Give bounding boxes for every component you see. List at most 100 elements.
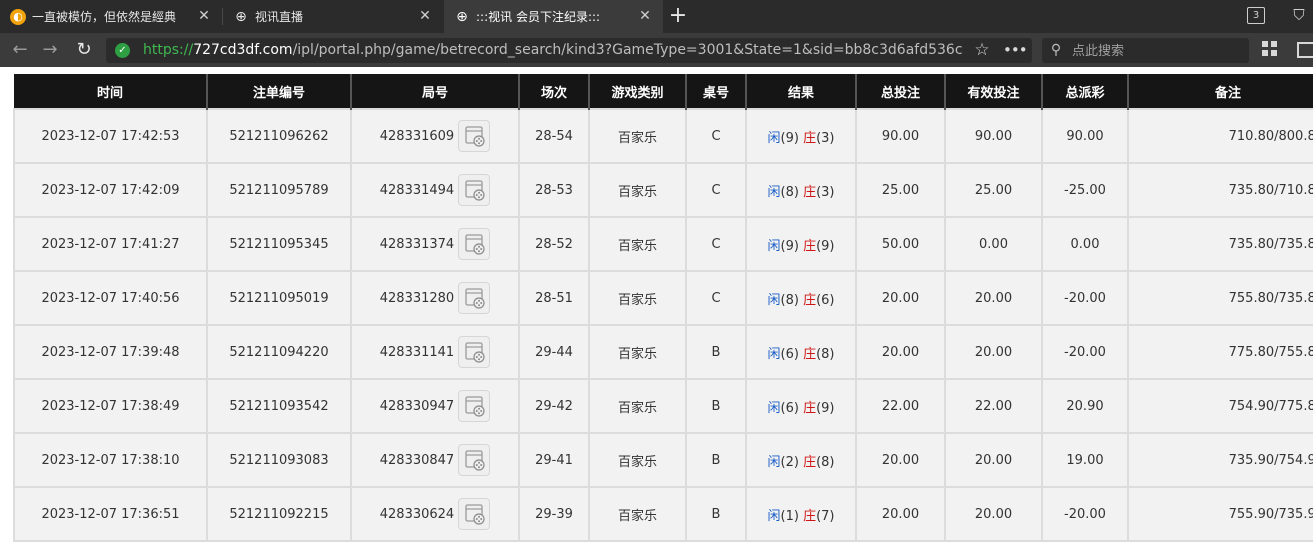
reload-icon[interactable]: ↻ [73, 39, 95, 61]
round-no-cell: 428330847 [350, 432, 520, 488]
overflow-menu-icon[interactable] [1297, 42, 1313, 58]
new-tab-button[interactable]: + [666, 5, 690, 27]
close-tab-icon[interactable]: ✕ [637, 8, 653, 24]
game-type-cell: 百家乐 [588, 270, 687, 326]
replay-video-icon[interactable] [458, 444, 491, 476]
banker-value: (9) [816, 400, 835, 416]
browser-tab-bar: ◐ 一直被模仿，但依然是經典 ✕ ⊕ 视讯直播 ✕ ⊕ :::视讯 会员下注纪录… [0, 0, 1313, 33]
game-type-cell: 百家乐 [588, 216, 687, 272]
header-col-time: 时间 [14, 74, 207, 109]
forward-arrow-icon[interactable]: → [39, 39, 61, 61]
remark-cell: 754.90/775.80 [1127, 378, 1313, 434]
order-no-cell: 521211095019 [206, 270, 352, 326]
replay-video-icon[interactable] [458, 336, 491, 368]
order-no-cell: 521211093083 [206, 432, 352, 488]
total-bet-cell: 25.00 [855, 162, 946, 218]
payout-cell: 19.00 [1041, 432, 1129, 488]
payout-cell: -20.00 [1041, 270, 1129, 326]
valid-bet-cell: 25.00 [944, 162, 1043, 218]
tab-1[interactable]: ◐ 一直被模仿，但依然是經典 ✕ [0, 0, 222, 33]
round-no-text: 428331280 [379, 290, 455, 306]
total-bet-cell: 22.00 [855, 378, 946, 434]
round-no-cell: 428331609 [350, 108, 520, 164]
back-arrow-icon[interactable]: ← [9, 39, 31, 61]
remark-cell: 775.80/755.80 [1127, 324, 1313, 380]
replay-video-icon[interactable] [458, 228, 491, 260]
banker-value: (9) [816, 238, 835, 254]
round-no-text: 428330847 [379, 452, 455, 468]
globe-icon: ⊕ [456, 8, 468, 25]
player-label: 闲 [767, 130, 781, 146]
globe-icon: ⊕ [235, 8, 247, 25]
close-tab-icon[interactable]: ✕ [196, 8, 212, 24]
remark-cell: 735.80/735.80 [1127, 216, 1313, 272]
remark-cell: 755.80/735.80 [1127, 270, 1313, 326]
game-type-cell: 百家乐 [588, 432, 687, 488]
payout-cell: -20.00 [1041, 486, 1129, 542]
skin-icon[interactable]: ⛉ [1290, 6, 1308, 24]
apps-grid-icon[interactable] [1262, 41, 1278, 57]
replay-video-icon[interactable] [458, 390, 491, 422]
address-bar[interactable]: ✓ https://727cd3df.com/ipl/portal.php/ga… [106, 38, 1032, 63]
time-cell: 2023-12-07 17:42:53 [13, 108, 208, 164]
round-no-text: 428331609 [379, 128, 455, 144]
banker-label: 庄 [803, 238, 817, 254]
total-bet-cell: 20.00 [855, 324, 946, 380]
bookmark-star-icon[interactable]: ☆ [972, 40, 992, 60]
header-col-session: 场次 [518, 74, 589, 109]
session-cell: 28-51 [518, 270, 590, 326]
replay-video-icon[interactable] [458, 282, 491, 314]
header-col-game-type: 游戏类别 [588, 74, 686, 109]
time-cell: 2023-12-07 17:38:10 [13, 432, 208, 488]
total-bet-cell: 20.00 [855, 432, 946, 488]
tab-count-badge[interactable]: 3 [1247, 7, 1265, 24]
table-row: 2023-12-07 17:42:53 521211096262 428331609… [13, 108, 1313, 164]
round-no-cell: 428331141 [350, 324, 520, 380]
player-label: 闲 [767, 400, 781, 416]
table-row: 2023-12-07 17:38:10 521211093083 428330847… [13, 432, 1313, 488]
result-cell: 闲(9) 庄(3) [745, 108, 857, 164]
session-cell: 29-42 [518, 378, 590, 434]
page-content: 时间 注单编号 局号 场次 游戏类别 桌号 结果 总投注 有效投注 总派彩 备注 2023-12-0… [0, 67, 1313, 543]
more-dots-icon[interactable]: ••• [1003, 40, 1028, 60]
round-no-text: 428331374 [379, 236, 455, 252]
round-no-cell: 428330947 [350, 378, 520, 434]
order-no-cell: 521211093542 [206, 378, 352, 434]
banker-value: (3) [816, 184, 835, 200]
table-row: 2023-12-07 17:40:56 521211095019 428331280… [13, 270, 1313, 326]
table-row: 2023-12-07 17:42:09 521211095789 428331494… [13, 162, 1313, 218]
url-text[interactable]: https://727cd3df.com/ipl/portal.php/game… [143, 42, 963, 59]
player-label: 闲 [767, 346, 781, 362]
search-box[interactable]: ⚲ [1042, 38, 1249, 63]
table-no-cell: B [685, 486, 747, 542]
round-no-text: 428330947 [379, 398, 455, 414]
player-value: (9) [780, 130, 799, 146]
order-no-cell: 521211092215 [206, 486, 352, 542]
total-bet-cell: 20.00 [855, 486, 946, 542]
banker-label: 庄 [803, 292, 817, 308]
player-value: (1) [780, 508, 799, 524]
table-row: 2023-12-07 17:39:48 521211094220 428331141… [13, 324, 1313, 380]
replay-video-icon[interactable] [458, 498, 491, 530]
order-no-cell: 521211095789 [206, 162, 352, 218]
player-value: (6) [780, 400, 799, 416]
tab-2[interactable]: ⊕ 视讯直播 ✕ [223, 0, 443, 33]
close-tab-icon[interactable]: ✕ [417, 8, 433, 24]
header-col-valid-bet: 有效投注 [944, 74, 1042, 109]
remark-cell: 710.80/800.80 [1127, 108, 1313, 164]
valid-bet-cell: 22.00 [944, 378, 1043, 434]
payout-cell: 0.00 [1041, 216, 1129, 272]
remark-cell: 755.90/735.90 [1127, 486, 1313, 542]
replay-video-icon[interactable] [458, 120, 491, 152]
result-cell: 闲(8) 庄(3) [745, 162, 857, 218]
valid-bet-cell: 90.00 [944, 108, 1043, 164]
player-label: 闲 [767, 184, 781, 200]
tab-3-active[interactable]: ⊕ :::视讯 会员下注纪录::: ✕ [444, 0, 663, 33]
header-col-table-no: 桌号 [685, 74, 746, 109]
round-no-cell: 428331374 [350, 216, 520, 272]
game-type-cell: 百家乐 [588, 486, 687, 542]
search-input[interactable] [1070, 41, 1244, 62]
replay-video-icon[interactable] [458, 174, 491, 206]
time-cell: 2023-12-07 17:41:27 [13, 216, 208, 272]
player-value: (8) [780, 184, 799, 200]
